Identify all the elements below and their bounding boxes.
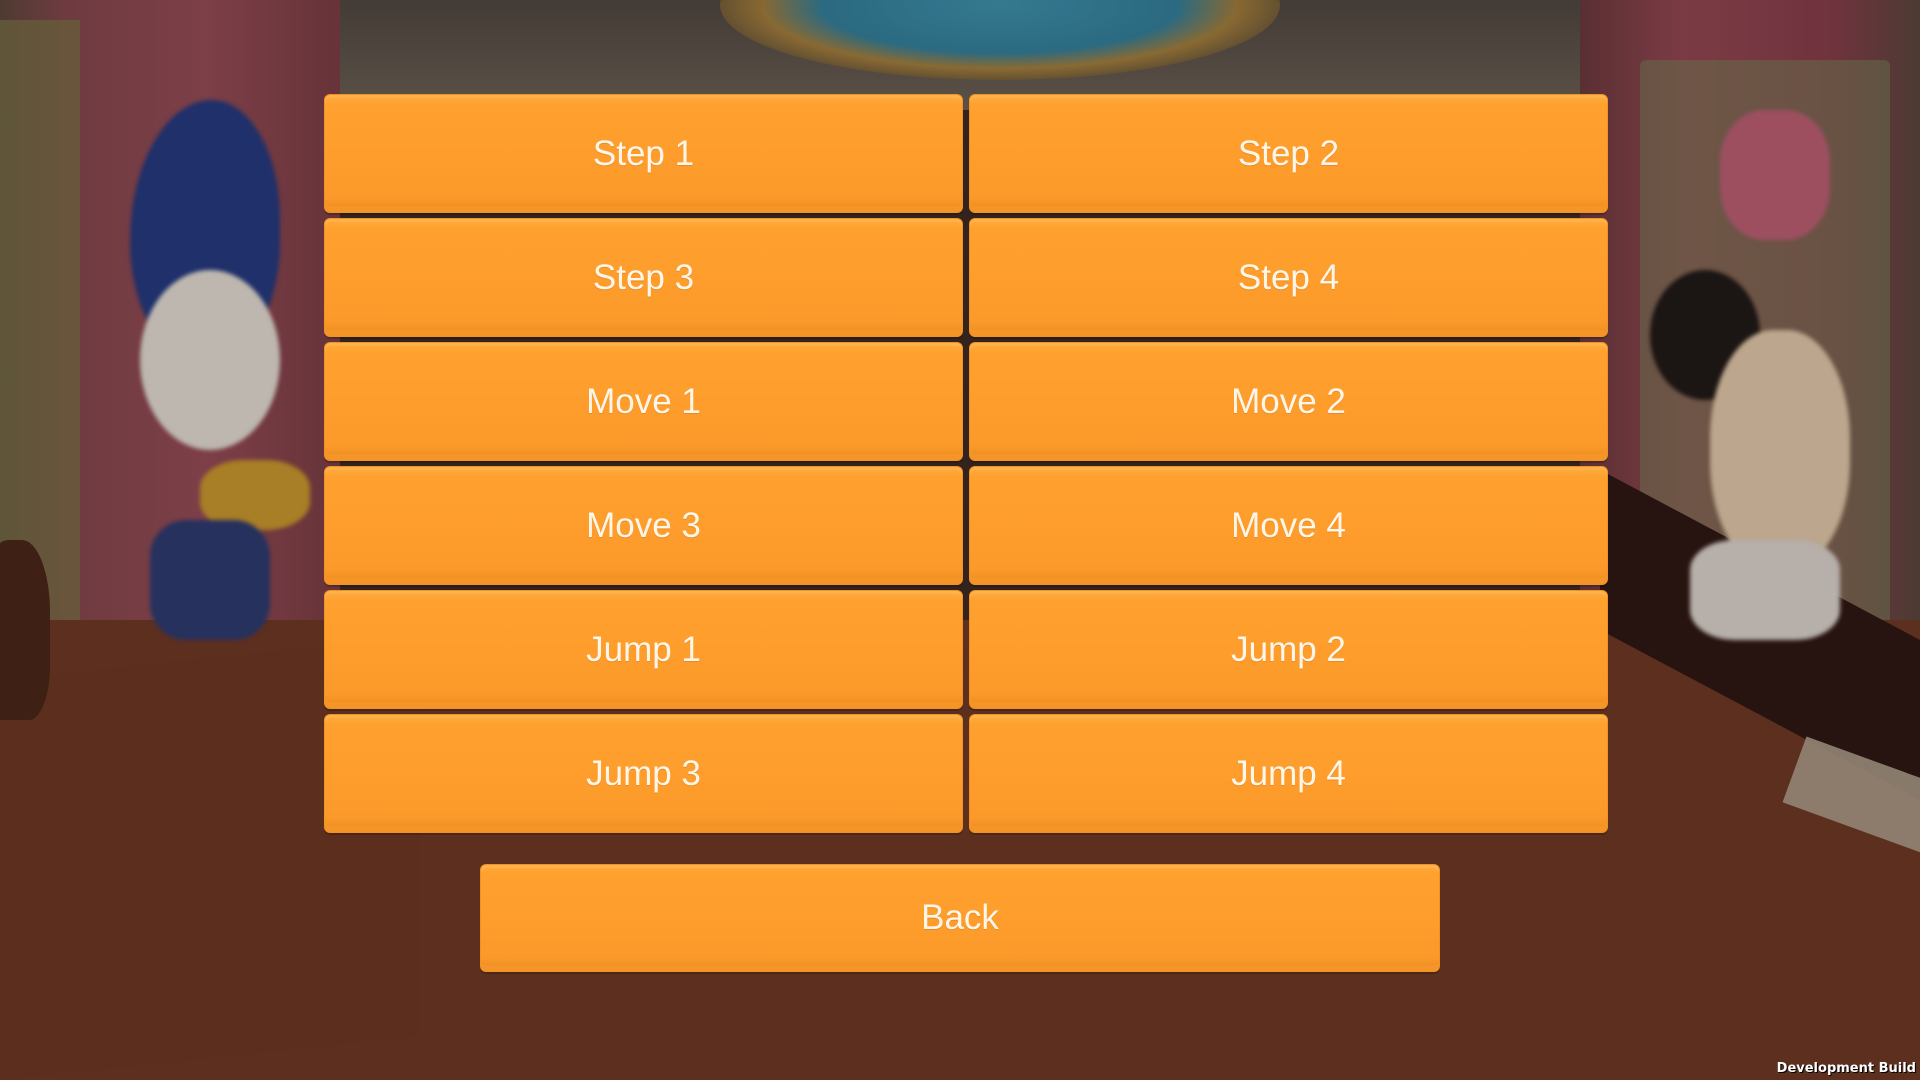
step-3-button[interactable]: Step 3 [324,218,963,337]
move-1-button[interactable]: Move 1 [324,342,963,461]
development-build-label: Development Build [1776,1061,1916,1076]
step-4-button[interactable]: Step 4 [969,218,1608,337]
jump-3-button[interactable]: Jump 3 [324,714,963,833]
move-2-button[interactable]: Move 2 [969,342,1608,461]
step-2-button[interactable]: Step 2 [969,94,1608,213]
jump-4-button[interactable]: Jump 4 [969,714,1608,833]
jump-1-button[interactable]: Jump 1 [324,590,963,709]
move-3-button[interactable]: Move 3 [324,466,963,585]
step-1-button[interactable]: Step 1 [324,94,963,213]
game-scene: Step 1 Step 2 Step 3 Step 4 Move 1 Move … [0,0,1920,1080]
animation-menu-grid: Step 1 Step 2 Step 3 Step 4 Move 1 Move … [324,94,1608,833]
jump-2-button[interactable]: Jump 2 [969,590,1608,709]
move-4-button[interactable]: Move 4 [969,466,1608,585]
back-button[interactable]: Back [480,864,1440,972]
